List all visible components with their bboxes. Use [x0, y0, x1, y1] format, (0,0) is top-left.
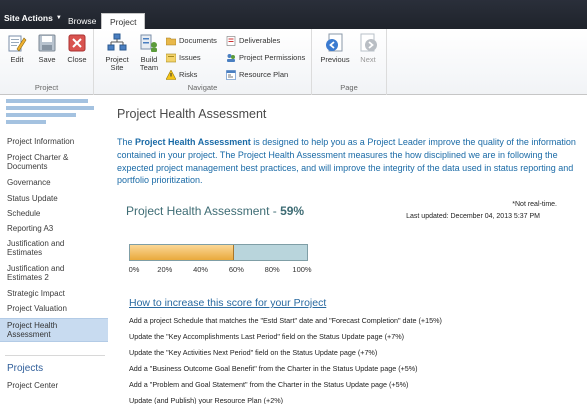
nav-item-project-information[interactable]: Project Information [0, 137, 108, 146]
ribbon-group-page: Previous Next Page [312, 29, 387, 95]
score-title-text: Project Health Assessment - [126, 204, 281, 218]
progress-tick-label: 20% [157, 265, 173, 274]
nav-item-project-health-assessment[interactable]: Project Health Assessment [0, 318, 108, 342]
build-team-icon [140, 34, 157, 52]
resource-plan-button[interactable]: Resource Plan [226, 68, 288, 81]
site-logo[interactable] [6, 99, 96, 131]
nav-item-project-charter[interactable]: Project Charter & Documents [0, 153, 108, 171]
score-progress-bar [129, 244, 308, 261]
site-actions-menu[interactable]: Site Actions ▼ [4, 13, 62, 23]
next-label: Next [360, 55, 376, 64]
permissions-icon [227, 53, 235, 62]
edit-button[interactable]: Edit [3, 33, 31, 64]
howto-link[interactable]: How to increase this score for your Proj… [129, 297, 326, 309]
progress-tick-label: 60% [228, 265, 244, 274]
score-progress-fill [130, 245, 235, 260]
last-updated: Last updated: December 04, 2013 5:37 PM [406, 213, 540, 220]
build-team-label: Build Team [139, 55, 159, 72]
warning-icon [166, 69, 176, 80]
left-navigation: Project Information Project Charter & Do… [0, 96, 108, 404]
score-title: Project Health Assessment - 59% [126, 204, 304, 218]
project-permissions-button[interactable]: Project Permissions [226, 51, 305, 64]
page-title: Project Health Assessment [117, 107, 267, 121]
close-icon [68, 34, 86, 52]
deliverables-label: Deliverables [239, 36, 281, 45]
ribbon-group-navigate: Project Site Build Team Documents Issues… [94, 29, 312, 95]
not-realtime-note: *Not real-time. [512, 201, 557, 208]
nav-item-project-center[interactable]: Project Center [0, 381, 108, 390]
nav-item-schedule[interactable]: Schedule [0, 209, 108, 218]
progress-tick-label: 40% [193, 265, 209, 274]
save-button[interactable]: Save [33, 33, 61, 64]
close-button[interactable]: Close [63, 33, 91, 64]
score-percent: 59% [280, 204, 305, 218]
ribbon-group-project: Edit Save Close Project [0, 29, 94, 95]
top-bar: Site Actions ▼ Browse Project [0, 0, 587, 30]
close-label: Close [67, 55, 87, 64]
tip-item: Update the "Key Activities Next Period" … [129, 348, 378, 357]
nav-item-governance[interactable]: Governance [0, 178, 108, 187]
tip-item: Update the "Key Accomplishments Last Per… [129, 332, 404, 341]
nav-item-reporting-a3[interactable]: Reporting A3 [0, 224, 108, 233]
progress-tick-label: 100% [292, 265, 312, 274]
save-icon [38, 34, 56, 52]
tab-project[interactable]: Project [101, 13, 146, 30]
intro-bold: Project Health Assessment [135, 137, 251, 147]
tip-item: Update (and Publish) your Resource Plan … [129, 396, 284, 404]
nav-divider [5, 355, 105, 356]
issues-icon [166, 53, 176, 62]
nav-item-project-valuation[interactable]: Project Valuation [0, 304, 108, 313]
main-content: Project Health Assessment The Project He… [108, 96, 587, 404]
risks-button[interactable]: Risks [166, 68, 197, 81]
nav-item-strategic-impact[interactable]: Strategic Impact [0, 289, 108, 298]
nav-item-status-update[interactable]: Status Update [0, 194, 108, 203]
tab-browse[interactable]: Browse [60, 13, 104, 29]
deliverables-icon [226, 35, 236, 46]
previous-icon [326, 33, 343, 52]
folder-icon [166, 37, 176, 45]
resource-plan-icon [226, 69, 236, 80]
tip-item: Add a project Schedule that matches the … [129, 316, 442, 325]
resource-plan-label: Resource Plan [239, 70, 289, 79]
intro-paragraph: The Project Health Assessment is designe… [117, 136, 587, 187]
build-team-button[interactable]: Build Team [134, 33, 164, 72]
next-icon [360, 33, 377, 52]
save-label: Save [38, 55, 56, 64]
nav-item-label: Project Health Assessment [7, 321, 58, 339]
issues-label: Issues [179, 53, 201, 62]
documents-button[interactable]: Documents [166, 34, 217, 47]
ribbon: Edit Save Close Project Project Site Bui… [0, 29, 587, 95]
documents-label: Documents [179, 36, 217, 45]
project-site-label: Project Site [105, 55, 129, 72]
nav-item-justification-estimates-2[interactable]: Justification and Estimates 2 [0, 264, 80, 282]
nav-heading-projects[interactable]: Projects [7, 363, 43, 374]
deliverables-button[interactable]: Deliverables [226, 34, 280, 47]
progress-tick-label: 80% [264, 265, 280, 274]
edit-icon [8, 35, 27, 52]
previous-label: Previous [320, 55, 350, 64]
risks-label: Risks [179, 70, 198, 79]
previous-button[interactable]: Previous [318, 33, 352, 64]
project-permissions-label: Project Permissions [239, 53, 306, 62]
ribbon-group-label-project: Project [34, 83, 59, 92]
issues-button[interactable]: Issues [166, 51, 201, 64]
tip-item: Add a "Problem and Goal Statement" from … [129, 380, 409, 389]
tip-item: Add a "Business Outcome Goal Benefit" fr… [129, 364, 418, 373]
project-site-button[interactable]: Project Site [102, 33, 132, 72]
ribbon-group-label-page: Page [340, 83, 358, 92]
project-site-icon [107, 33, 127, 51]
site-actions-label: Site Actions [4, 13, 53, 23]
next-button[interactable]: Next [354, 33, 382, 64]
intro-prefix: The [117, 137, 136, 147]
ribbon-group-label-navigate: Navigate [187, 83, 218, 92]
edit-label: Edit [10, 55, 24, 64]
progress-tick-label: 0% [128, 265, 140, 274]
nav-item-justification-estimates[interactable]: Justification and Estimates [0, 239, 80, 257]
